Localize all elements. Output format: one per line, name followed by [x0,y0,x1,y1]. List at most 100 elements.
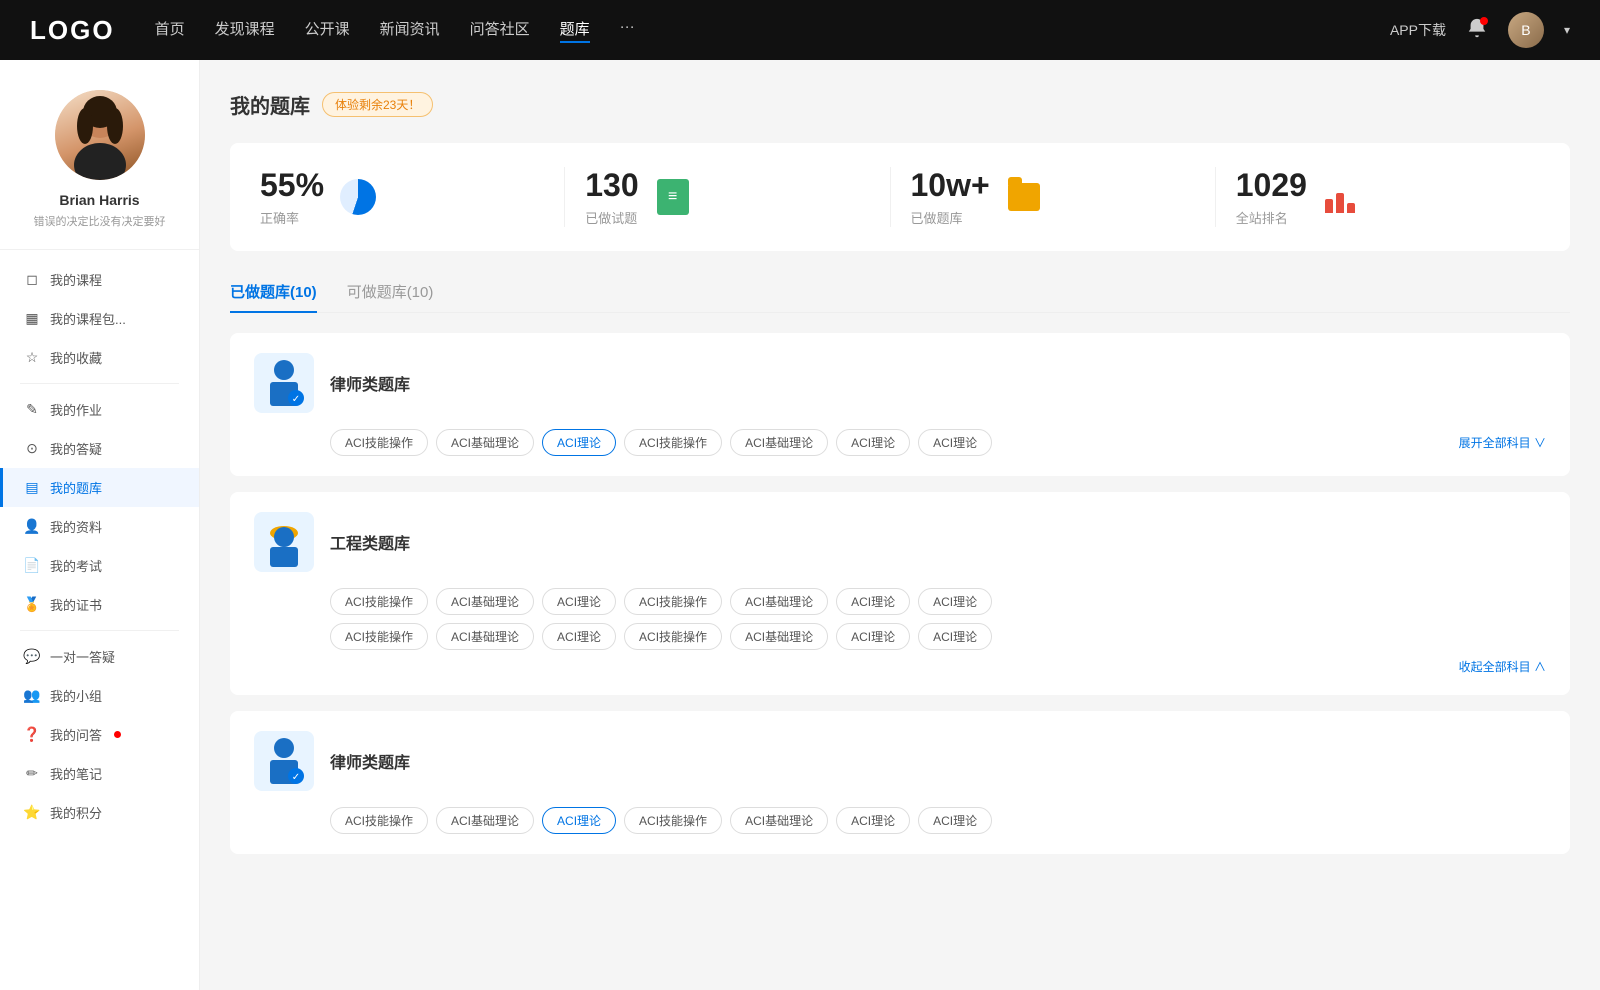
tag-2-2[interactable]: ACI理论 [542,588,616,615]
tag-3-2[interactable]: ACI理论 [542,807,616,834]
tags-row-2a: ACI技能操作 ACI基础理论 ACI理论 ACI技能操作 ACI基础理论 AC… [254,588,1546,615]
homework-icon: ✎ [24,402,40,418]
folder-icon [1004,177,1044,217]
accuracy-label: 正确率 [260,208,324,227]
tag-2-6[interactable]: ACI理论 [918,588,992,615]
sidebar-item-label: 我的资料 [50,517,102,536]
sidebar-item-certificate[interactable]: 🏅 我的证书 [0,585,199,624]
layout: Brian Harris 错误的决定比没有决定要好 ◻ 我的课程 ▦ 我的课程包… [0,60,1600,990]
sidebar-item-points[interactable]: ⭐ 我的积分 [0,793,199,832]
tag-2b-2[interactable]: ACI理论 [542,623,616,650]
tag-2-0[interactable]: ACI技能操作 [330,588,428,615]
stats-card: 55% 正确率 130 已做试题 ≡ 10w+ 已做题库 [230,143,1570,251]
tag-2-5[interactable]: ACI理论 [836,588,910,615]
tag-3-5[interactable]: ACI理论 [836,807,910,834]
sidebar-item-label: 我的小组 [50,686,102,705]
sidebar-motto: 错误的决定比没有决定要好 [34,213,166,229]
navbar: LOGO 首页 发现课程 公开课 新闻资讯 问答社区 题库 ··· APP下载 … [0,0,1600,60]
tag-1-1[interactable]: ACI基础理论 [436,429,534,456]
user-avatar[interactable]: B [1508,12,1544,48]
sidebar-item-label: 我的收藏 [50,348,102,367]
nav-opencourse[interactable]: 公开课 [305,18,350,43]
sidebar-item-course-package[interactable]: ▦ 我的课程包... [0,299,199,338]
sidebar-item-tutoring[interactable]: 💬 一对一答疑 [0,637,199,676]
sidebar-divider-1 [20,383,179,384]
tag-1-6[interactable]: ACI理论 [918,429,992,456]
tab-done[interactable]: 已做题库(10) [230,271,317,312]
docs-icon: ≡ [653,177,693,217]
tag-2-4[interactable]: ACI基础理论 [730,588,828,615]
sidebar-item-qbank[interactable]: ▤ 我的题库 [0,468,199,507]
qbank-title-1: 律师类题库 [330,371,410,395]
accuracy-icon [338,177,378,217]
sidebar-divider-2 [20,630,179,631]
sidebar-item-my-qa[interactable]: ❓ 我的问答 [0,715,199,754]
tag-1-4[interactable]: ACI基础理论 [730,429,828,456]
tag-2b-3[interactable]: ACI技能操作 [624,623,722,650]
logo: LOGO [30,15,115,46]
tag-3-6[interactable]: ACI理论 [918,807,992,834]
sidebar-item-questions[interactable]: ⊙ 我的答疑 [0,429,199,468]
questions-icon: ⊙ [24,441,40,457]
tag-1-5[interactable]: ACI理论 [836,429,910,456]
sidebar-profile: Brian Harris 错误的决定比没有决定要好 [0,90,199,250]
stat-accuracy: 55% 正确率 [260,167,565,227]
sidebar-item-exam[interactable]: 📄 我的考试 [0,546,199,585]
tag-3-0[interactable]: ACI技能操作 [330,807,428,834]
sidebar-item-my-courses[interactable]: ◻ 我的课程 [0,260,199,299]
qbank-header-2: 工程类题库 [254,512,1546,572]
sidebar-item-label: 我的答疑 [50,439,102,458]
accuracy-value: 55% [260,167,324,204]
tag-2b-0[interactable]: ACI技能操作 [330,623,428,650]
collapse-link[interactable]: 收起全部科目 ∧ [254,650,1546,675]
nav-discover[interactable]: 发现课程 [215,18,275,43]
tag-3-1[interactable]: ACI基础理论 [436,807,534,834]
stat-done-questions: 130 已做试题 ≡ [565,167,890,227]
tags-row-1: ACI技能操作 ACI基础理论 ACI理论 ACI技能操作 ACI基础理论 AC… [254,429,1546,456]
qbank-title-3: 律师类题库 [330,749,410,773]
tag-2-1[interactable]: ACI基础理论 [436,588,534,615]
points-icon: ⭐ [24,805,40,821]
tag-1-0[interactable]: ACI技能操作 [330,429,428,456]
sidebar-item-label: 我的题库 [50,478,102,497]
sidebar-item-favorites[interactable]: ☆ 我的收藏 [0,338,199,377]
nav-qa[interactable]: 问答社区 [470,18,530,43]
tag-2b-6[interactable]: ACI理论 [918,623,992,650]
sidebar-item-profile[interactable]: 👤 我的资料 [0,507,199,546]
tag-1-3[interactable]: ACI技能操作 [624,429,722,456]
qbank-card-lawyer-1: ✓ 律师类题库 ACI技能操作 ACI基础理论 ACI理论 ACI技能操作 AC… [230,333,1570,476]
user-menu-chevron[interactable]: ▾ [1564,23,1570,37]
tag-2b-1[interactable]: ACI基础理论 [436,623,534,650]
nav-home[interactable]: 首页 [155,18,185,43]
favorites-icon: ☆ [24,350,40,366]
tag-1-2[interactable]: ACI理论 [542,429,616,456]
notification-bell[interactable] [1466,17,1488,44]
notification-dot [1480,17,1488,25]
tag-2-3[interactable]: ACI技能操作 [624,588,722,615]
sidebar-item-label: 我的作业 [50,400,102,419]
navbar-right: APP下载 B ▾ [1390,12,1570,48]
profile-icon: 👤 [24,519,40,535]
sidebar-item-homework[interactable]: ✎ 我的作业 [0,390,199,429]
tag-3-4[interactable]: ACI基础理论 [730,807,828,834]
sidebar-item-groups[interactable]: 👥 我的小组 [0,676,199,715]
nav-more[interactable]: ··· [620,18,635,43]
expand-link-1[interactable]: 展开全部科目 ∨ [1459,434,1546,451]
sidebar-menu: ◻ 我的课程 ▦ 我的课程包... ☆ 我的收藏 ✎ 我的作业 ⊙ 我的答疑 ▤ [0,260,199,832]
tag-2b-4[interactable]: ACI基础理论 [730,623,828,650]
qbank-header-3: ✓ 律师类题库 [254,731,1546,791]
my-courses-icon: ◻ [24,272,40,288]
app-download-button[interactable]: APP下载 [1390,20,1446,40]
ranking-value: 1029 [1236,167,1307,204]
tutoring-icon: 💬 [24,649,40,665]
tag-2b-5[interactable]: ACI理论 [836,623,910,650]
nav-qbank[interactable]: 题库 [560,18,590,43]
sidebar-item-label: 我的考试 [50,556,102,575]
tag-3-3[interactable]: ACI技能操作 [624,807,722,834]
exam-icon: 📄 [24,558,40,574]
sidebar-item-notes[interactable]: ✏ 我的笔记 [0,754,199,793]
nav-news[interactable]: 新闻资讯 [380,18,440,43]
certificate-icon: 🏅 [24,597,40,613]
bar-chart-icon [1321,177,1361,217]
tab-todo[interactable]: 可做题库(10) [347,271,434,312]
